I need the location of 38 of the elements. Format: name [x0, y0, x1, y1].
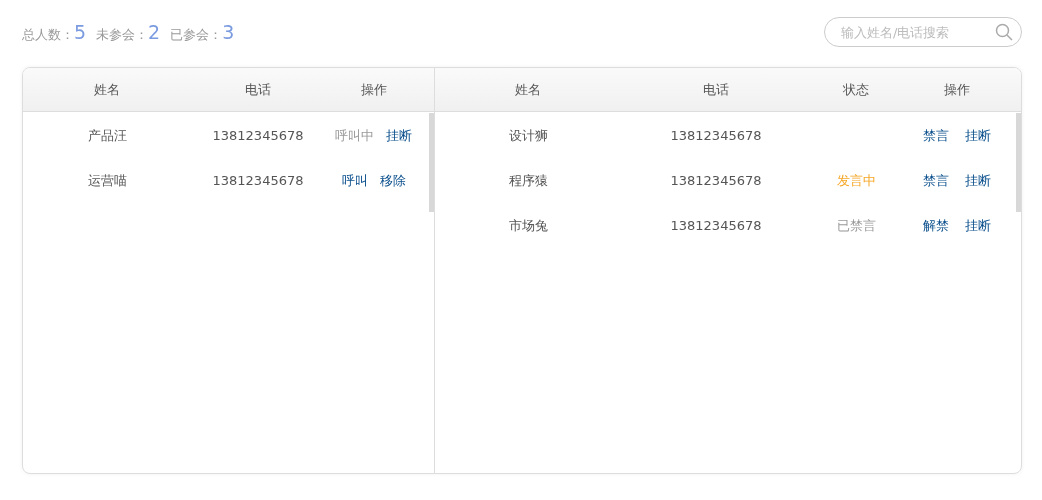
name-cell-text: 设计狮 [507, 126, 549, 145]
phone-cell-text: 13812345678 [211, 128, 305, 143]
stat-label: 总人数： [22, 25, 74, 44]
stat-label: 未参会： [96, 25, 149, 44]
action-link[interactable]: 呼叫 [341, 171, 368, 190]
status-text: 已禁言 [835, 216, 877, 235]
action-link[interactable]: 禁言 [923, 171, 949, 190]
action-link[interactable]: 挂断 [386, 126, 412, 145]
search-field[interactable]: 输入姓名/电话搜索 [824, 17, 1022, 47]
stat-value: 2 [148, 20, 161, 43]
column-header: 状态 [842, 80, 870, 99]
column-header: 电话 [702, 80, 730, 99]
phone-cell-text: 13812345678 [669, 128, 763, 143]
action-link[interactable]: 挂断 [965, 216, 991, 235]
name-cell-text: 产品汪 [86, 126, 128, 145]
column-header: 电话 [244, 80, 272, 99]
status-text: 发言中 [835, 171, 877, 190]
column-header: 操作 [359, 80, 388, 99]
column-header: 姓名 [514, 80, 542, 99]
action-link[interactable]: 挂断 [965, 171, 991, 190]
phone-cell-text: 13812345678 [669, 173, 763, 188]
name-cell-text: 程序猿 [507, 171, 549, 190]
column-header: 姓名 [93, 80, 121, 99]
action-link[interactable]: 挂断 [965, 126, 991, 145]
column-header: 操作 [943, 80, 971, 99]
stat-value: 5 [74, 20, 87, 43]
phone-cell-text: 13812345678 [669, 218, 763, 233]
action-link[interactable]: 移除 [379, 171, 406, 190]
name-cell-text: 运营喵 [86, 171, 128, 190]
scrollbar-thumb[interactable] [429, 113, 434, 212]
search-icon[interactable] [995, 23, 1013, 41]
stat-value: 3 [222, 20, 235, 43]
action-link[interactable]: 禁言 [923, 126, 949, 145]
action-link[interactable]: 解禁 [923, 216, 949, 235]
name-cell-text: 市场兔 [507, 216, 549, 235]
stat-label: 已参会： [170, 25, 223, 44]
phone-cell-text: 13812345678 [211, 173, 305, 188]
scrollbar-thumb[interactable] [1016, 113, 1021, 212]
